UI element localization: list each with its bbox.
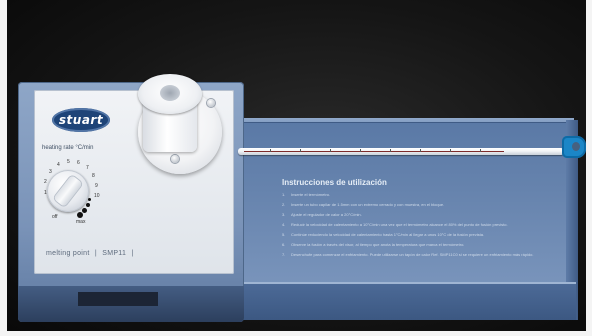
model-number: SMP11: [102, 250, 127, 257]
instructions-list: 1. Inserte el termómetro. 2. Inserte un tu…: [282, 192, 554, 258]
screw-icon: [207, 99, 215, 107]
dial-max-label: max: [76, 219, 86, 225]
dial-number: 6: [77, 160, 80, 166]
product-name: melting point: [46, 250, 90, 257]
dial-number: 5: [67, 159, 70, 165]
thermometer-tick: [270, 149, 271, 152]
dial-marker-dot: [82, 208, 87, 213]
frame-edge-bottom: [0, 331, 592, 336]
dial-marker-dot: [88, 198, 91, 201]
tray-front-wall: [240, 284, 576, 320]
instruction-step: 2. Inserte un tubo capilar de 1.5mm con u…: [282, 201, 445, 207]
instruction-step: 4. Reducir la velocidad de calentamiento …: [282, 221, 508, 227]
device-front-strip: [78, 292, 158, 306]
thermometer-tick: [330, 149, 331, 152]
heating-rate-label: heating rate °C/min: [42, 145, 94, 151]
model-separator: |: [94, 250, 97, 257]
frame-edge-right: [586, 0, 592, 336]
brand-logo-text: stuart: [58, 113, 104, 127]
instruction-step: 7. Desenchufe para comenzar el enfriamien…: [282, 251, 534, 257]
instruction-step: 1. Inserte el termómetro.: [282, 192, 331, 197]
thermometer-tick: [420, 149, 421, 152]
dial-marker-dot: [77, 212, 83, 218]
thermometer-tick: [390, 149, 391, 152]
dial-number: 2: [44, 179, 47, 185]
thermometer-tick: [450, 149, 451, 152]
screw-icon: [171, 155, 179, 163]
model-label: melting point | SMP11 |: [46, 250, 137, 257]
thermometer-scale: [244, 151, 504, 152]
instruction-step: 3. Ajuste el regulador de calor a 20°C/mi…: [282, 211, 362, 217]
thermometer-tick: [300, 149, 301, 152]
instructions-title: Instrucciones de utilización: [282, 178, 387, 187]
instructions-panel: Instrucciones de utilización 1. Inserte e…: [282, 178, 554, 263]
frame-edge-left: [0, 0, 7, 336]
dial-number: 9: [95, 183, 98, 189]
dial-off-label: off: [52, 214, 58, 220]
dial-number: 7: [86, 165, 89, 171]
dial-number: 8: [92, 173, 95, 179]
instruction-step: 5. Continúe reduciendo la velocidad de ca…: [282, 231, 485, 237]
dial-number: 4: [57, 162, 60, 168]
thermometer-tick: [480, 149, 481, 152]
dial-number: 10: [94, 193, 100, 199]
model-separator: |: [131, 250, 134, 257]
capillary-opening[interactable]: [160, 85, 180, 101]
photo-melting-point-apparatus: Instrucciones de utilización 1. Inserte e…: [0, 0, 592, 336]
dial-number: 3: [49, 169, 52, 175]
thermometer-tick: [360, 149, 361, 152]
dial-marker-dot: [86, 203, 90, 207]
clip-hole: [572, 142, 580, 151]
instruction-step: 6. Observe la fusión a través del visor, …: [282, 241, 465, 247]
brand-logo: stuart: [52, 108, 110, 132]
